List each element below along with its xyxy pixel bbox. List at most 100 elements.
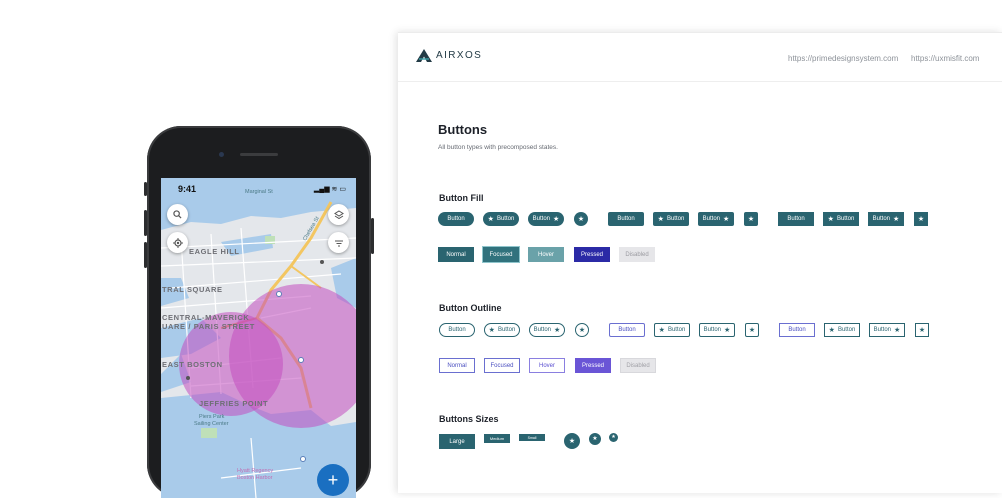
phone-mockup: 9:41 ▂▄▆ ≋ ▭ Marginal St Chelsea St EAGL… <box>144 126 374 498</box>
phone-screen: 9:41 ▂▄▆ ≋ ▭ Marginal St Chelsea St EAGL… <box>161 178 356 498</box>
section-title-outline: Button Outline <box>439 303 502 313</box>
add-fab-button[interactable]: + <box>317 464 349 496</box>
outline-state-normal[interactable]: Normal <box>439 358 475 373</box>
star-icon: ★ <box>487 215 494 223</box>
link-uxmisfit[interactable]: https://uxmisfit.com <box>911 54 979 63</box>
fill-square-leading-icon-button[interactable]: ★ Button <box>823 212 859 226</box>
button-label: Button <box>787 216 805 222</box>
outline-square-trailing-icon-button[interactable]: Button ★ <box>869 323 905 337</box>
button-label: Button <box>533 327 552 333</box>
airxos-logo-icon <box>416 49 432 62</box>
outline-state-disabled: Disabled <box>620 358 656 373</box>
star-icon: ★ <box>893 215 900 223</box>
logo-text: AIRXOS <box>436 50 483 61</box>
star-icon: ★ <box>748 326 756 334</box>
button-label: Button <box>837 327 856 333</box>
outline-pill-button[interactable]: Button <box>439 323 475 337</box>
fill-pill-button[interactable]: Button <box>438 212 474 226</box>
mute-switch <box>144 182 147 196</box>
fill-rounded-button[interactable]: Button <box>608 212 644 226</box>
star-icon: ★ <box>894 326 901 334</box>
filter-icon <box>334 239 343 247</box>
star-icon: ★ <box>553 215 560 223</box>
star-icon: ★ <box>554 326 561 334</box>
fill-state-pressed[interactable]: Pressed <box>574 247 610 262</box>
star-icon: ★ <box>724 326 731 334</box>
star-icon: ★ <box>488 326 495 334</box>
fill-square-icon-button[interactable]: ★ <box>914 212 928 226</box>
size-medium-button[interactable]: Medium <box>484 434 510 443</box>
button-label: Button <box>497 327 516 333</box>
fill-square-button[interactable]: Button <box>778 212 814 226</box>
size-large-button[interactable]: Large <box>439 434 475 449</box>
map-layers-button[interactable] <box>328 204 349 225</box>
outline-square-icon-button[interactable]: ★ <box>915 323 929 337</box>
fill-rounded-trailing-icon-button[interactable]: Button ★ <box>698 212 734 226</box>
outline-rounded-leading-icon-button[interactable]: ★ Button <box>654 323 690 337</box>
size-small-icon-button[interactable]: ★ <box>609 433 618 442</box>
size-large-icon-button[interactable]: ★ <box>564 433 580 449</box>
outline-rounded-button[interactable]: Button <box>609 323 645 337</box>
speaker-grille <box>240 153 278 156</box>
section-title-sizes: Buttons Sizes <box>439 414 499 424</box>
link-primedesignsystem[interactable]: https://primedesignsystem.com <box>788 54 898 63</box>
button-label: Button <box>666 216 685 222</box>
fill-rounded-icon-button[interactable]: ★ <box>744 212 758 226</box>
star-icon: ★ <box>917 215 925 223</box>
size-medium-icon-button[interactable]: ★ <box>589 433 601 445</box>
fill-round-icon-button[interactable]: ★ <box>574 212 588 226</box>
button-label: Button <box>532 216 551 222</box>
power-button <box>371 218 374 254</box>
logo[interactable]: AIRXOS <box>416 49 482 62</box>
map-label-sailing-center: Sailing Center <box>194 421 229 427</box>
star-icon: ★ <box>828 326 835 334</box>
map-locate-button[interactable] <box>167 232 188 253</box>
map-label-maverick-1: CENTRAL-MAVERICK <box>162 313 250 322</box>
fill-rounded-leading-icon-button[interactable]: ★ Button <box>653 212 689 226</box>
button-label: Button <box>448 327 466 333</box>
button-label: Button <box>873 327 892 333</box>
map-canvas[interactable] <box>161 178 356 498</box>
star-icon: ★ <box>611 434 616 440</box>
fill-pill-leading-icon-button[interactable]: ★ Button <box>483 212 519 226</box>
outline-state-hover[interactable]: Hover <box>529 358 565 373</box>
button-label: Button <box>703 327 722 333</box>
outline-rounded-trailing-icon-button[interactable]: Button ★ <box>699 323 735 337</box>
outline-pill-trailing-icon-button[interactable]: Button ★ <box>529 323 565 337</box>
map-label-hotel-2: Boston Harbor <box>237 475 273 481</box>
outline-state-pressed[interactable]: Pressed <box>575 358 611 373</box>
outline-square-button[interactable]: Button <box>779 323 815 337</box>
button-label: Button <box>496 216 515 222</box>
status-icons: ▂▄▆ ≋ ▭ <box>313 186 346 193</box>
outline-square-leading-icon-button[interactable]: ★ Button <box>824 323 860 337</box>
outline-rounded-icon-button[interactable]: ★ <box>745 323 759 337</box>
search-icon <box>173 210 182 219</box>
size-small-button[interactable]: Small <box>519 434 545 441</box>
map-label-hotel-1: Hyatt Regency <box>237 468 274 474</box>
volume-down-button <box>144 242 147 268</box>
fill-state-normal[interactable]: Normal <box>438 247 474 262</box>
fill-pill-trailing-icon-button[interactable]: Button ★ <box>528 212 564 226</box>
star-icon: ★ <box>747 215 755 223</box>
star-icon: ★ <box>577 215 585 223</box>
map-filter-button[interactable] <box>328 232 349 253</box>
outline-pill-leading-icon-button[interactable]: ★ Button <box>484 323 520 337</box>
outline-round-icon-button[interactable]: ★ <box>575 323 589 337</box>
fill-state-focused[interactable]: Focused <box>483 247 519 262</box>
button-label: Button <box>788 327 806 333</box>
outline-state-focused[interactable]: Focused <box>484 358 520 373</box>
status-time: 9:41 <box>178 184 197 194</box>
star-icon: ★ <box>657 215 664 223</box>
page-subtitle: All button types with precomposed states… <box>438 144 558 151</box>
star-icon: ★ <box>723 215 730 223</box>
button-label: Button <box>702 216 721 222</box>
volume-up-button <box>144 210 147 236</box>
map-search-button[interactable] <box>167 204 188 225</box>
page-title: Buttons <box>438 122 488 137</box>
button-label: Button <box>836 216 855 222</box>
fill-state-hover[interactable]: Hover <box>528 247 564 262</box>
map-label-piers-park: Piers Park <box>199 414 225 420</box>
button-label: Button <box>617 216 635 222</box>
fill-square-trailing-icon-button[interactable]: Button ★ <box>868 212 904 226</box>
layers-icon <box>333 209 344 219</box>
